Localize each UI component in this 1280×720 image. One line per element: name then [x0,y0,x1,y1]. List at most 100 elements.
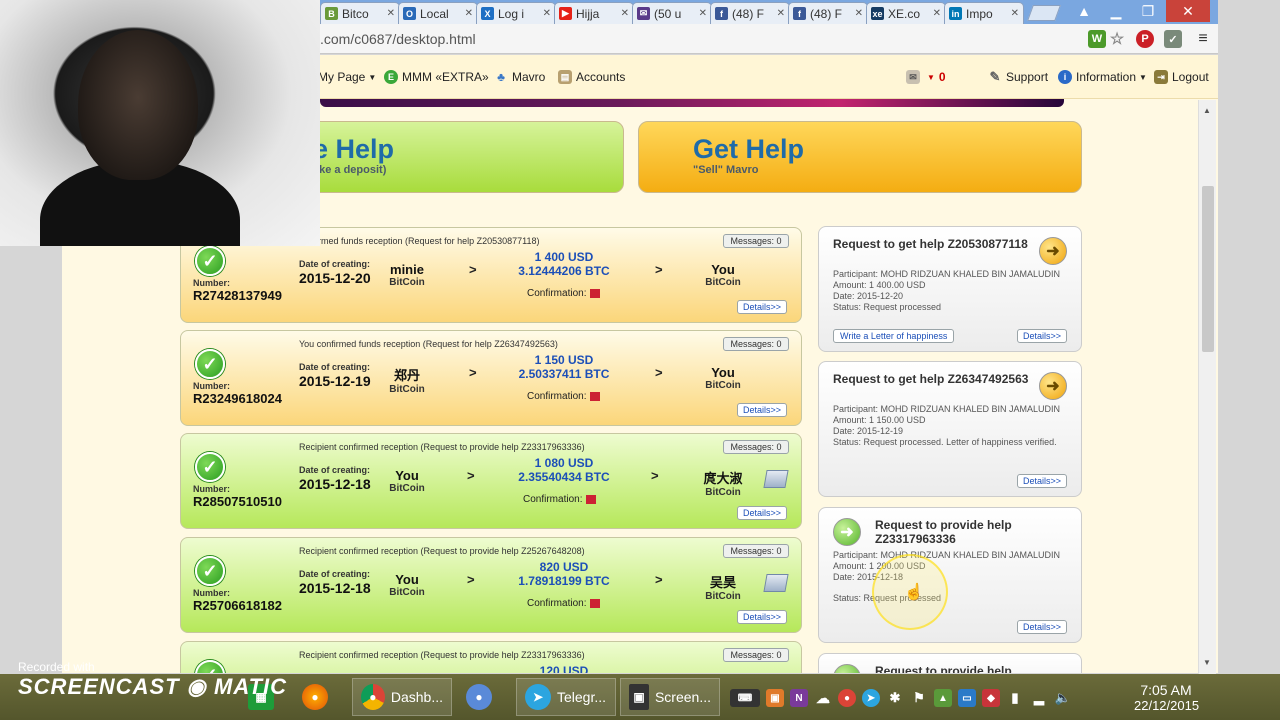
scroll-up-icon[interactable]: ▲ [1203,106,1211,115]
receiver-name: You [711,262,735,277]
messages-button[interactable]: Messages: 0 [723,440,789,454]
flag-icon[interactable] [586,494,597,504]
onenote-icon[interactable]: N [790,689,808,707]
system-tray: ⌨ ▣ N ☁ ● ➤ ✱ ⚑ ▲ ▭ ◆ ▮ ▂ 🔈 [730,686,1072,710]
close-icon[interactable]: ✕ [1011,8,1019,19]
arrow-right-icon[interactable]: ➜ [833,518,861,546]
taskbar-screencast-window[interactable]: ▣ Screen... [620,678,720,716]
confirmation-label: Confirmation: [527,598,587,609]
details-button[interactable]: Details>> [737,300,787,314]
close-icon[interactable]: ✕ [855,8,863,19]
mavro-icon: ♣ [497,70,505,84]
chrome-icon[interactable]: ● [838,689,856,707]
telegram-icon[interactable]: ➤ [862,689,880,707]
details-button[interactable]: Details>> [737,610,787,624]
flag-icon[interactable]: ⚑ [910,689,928,707]
details-button[interactable]: Details>> [737,506,787,520]
new-tab-button[interactable] [1027,5,1061,21]
network-app-icon[interactable]: ▲ [934,689,952,707]
browser-tab-facebook-1[interactable]: f (48) F ✕ [710,2,790,24]
signal-icon[interactable]: ▂ [1030,689,1048,707]
flag-icon[interactable] [590,598,601,608]
watermark-top: Recorded with [18,660,95,674]
details-button[interactable]: Details>> [1017,620,1067,634]
scroll-down-icon[interactable]: ▼ [1203,658,1211,667]
nav-support[interactable]: ✎ Support [988,69,1048,85]
arrow-right-icon[interactable]: ➜ [1039,372,1067,400]
circle-icon: O [403,7,416,20]
browser-tab-youtube[interactable]: ▶ Hijja ✕ [554,2,634,24]
close-icon[interactable]: ✕ [543,8,551,19]
get-help-button[interactable]: Get Help "Sell" Mavro [638,121,1082,193]
amount-usd: 1 080 USD [534,456,594,470]
accounts-icon: ▤ [558,70,572,84]
browser-tab-facebook-2[interactable]: f (48) F ✕ [788,2,868,24]
arrow-right-icon[interactable]: ➜ [1039,237,1067,265]
request-info: Participant: MOHD RIDZUAN KHALED BIN JAM… [833,404,1073,448]
security-icon[interactable]: ◆ [982,689,1000,707]
browser-tab-bitcoin[interactable]: B Bitco ✕ [320,2,400,24]
display-icon[interactable]: ▭ [958,689,976,707]
tab-title: XE.co [888,6,921,21]
taskbar-chrome-2[interactable]: ● [466,678,498,716]
arrow-right-icon[interactable]: ➜ [833,664,861,673]
messages-button[interactable]: Messages: 0 [723,544,789,558]
extension-icon[interactable]: W [1088,30,1106,48]
printer-icon[interactable] [763,574,789,592]
close-icon[interactable]: ✕ [465,8,473,19]
close-icon[interactable]: ✕ [777,8,785,19]
browser-tab-xe[interactable]: xe XE.co ✕ [866,2,946,24]
nav-mail[interactable]: ✉ ▼ 0 [906,69,946,85]
app-icon[interactable]: ▣ [766,689,784,707]
bluetooth-icon[interactable]: ✱ [886,689,904,707]
keyboard-icon[interactable]: ⌨ [730,689,760,707]
taskbar-dashboard-window[interactable]: ● Dashb... [352,678,452,716]
details-button[interactable]: Details>> [1017,474,1067,488]
browser-tab-local[interactable]: O Local ✕ [398,2,478,24]
flag-icon[interactable] [590,288,601,298]
printer-icon[interactable] [763,470,789,488]
browser-tab-login[interactable]: X Log i ✕ [476,2,556,24]
profile-icon[interactable]: ▲ [1068,0,1100,22]
battery-icon[interactable]: ▮ [1006,689,1024,707]
browser-tab-mail[interactable]: ✉ (50 u ✕ [632,2,712,24]
close-icon[interactable]: ✕ [387,8,395,19]
nav-mmm-extra[interactable]: E MMM «EXTRA» [384,69,489,85]
messages-button[interactable]: Messages: 0 [723,648,789,662]
taskbar-firefox[interactable]: ● [302,678,334,716]
taskbar-telegram-window[interactable]: ➤ Telegr... [516,678,616,716]
messages-button[interactable]: Messages: 0 [723,234,789,248]
menu-icon[interactable]: ≡ [1194,30,1212,48]
bookmark-star-icon[interactable]: ☆ [1108,30,1126,48]
tab-title: Log i [498,6,525,21]
close-icon[interactable]: ✕ [699,8,707,19]
nav-accounts[interactable]: ▤ Accounts [558,69,625,85]
write-letter-button[interactable]: Write a Letter of happiness [833,329,955,343]
details-button[interactable]: Details>> [737,403,787,417]
extension-check-icon[interactable]: ✓ [1164,30,1182,48]
taskbar-clock[interactable]: 7:05 AM 22/12/2015 [1134,682,1199,713]
close-icon[interactable]: ✕ [621,8,629,19]
minimize-button[interactable]: ▁ [1100,0,1132,22]
transaction-date: 2015-12-18 [299,580,371,596]
nav-my-page[interactable]: My Page ▼ [318,69,376,85]
request-status: Status: Request processed. Letter of hap… [833,437,1057,447]
close-icon[interactable]: ✕ [933,8,941,19]
pinterest-icon[interactable]: P [1136,30,1154,48]
window-close-button[interactable]: ✕ [1166,0,1210,22]
nav-mavro[interactable]: ♣ Mavro [494,69,545,85]
maximize-button[interactable]: ❐ [1132,0,1164,22]
transaction-number: R27428137949 [193,288,282,303]
chevron-down-icon: ▼ [1139,72,1147,82]
details-button[interactable]: Details>> [1017,329,1067,343]
scrollbar-thumb[interactable] [1202,186,1214,352]
page-scrollbar[interactable]: ▲ ▼ [1198,100,1216,674]
messages-button[interactable]: Messages: 0 [723,337,789,351]
url-input[interactable] [320,28,1080,50]
cloud-icon[interactable]: ☁ [814,689,832,707]
flag-icon[interactable] [590,391,601,401]
nav-information[interactable]: i Information ▼ [1058,69,1147,85]
volume-icon[interactable]: 🔈 [1054,689,1072,707]
browser-tab-linkedin[interactable]: in Impo ✕ [944,2,1024,24]
nav-logout[interactable]: ⇥ Logout [1154,69,1209,85]
